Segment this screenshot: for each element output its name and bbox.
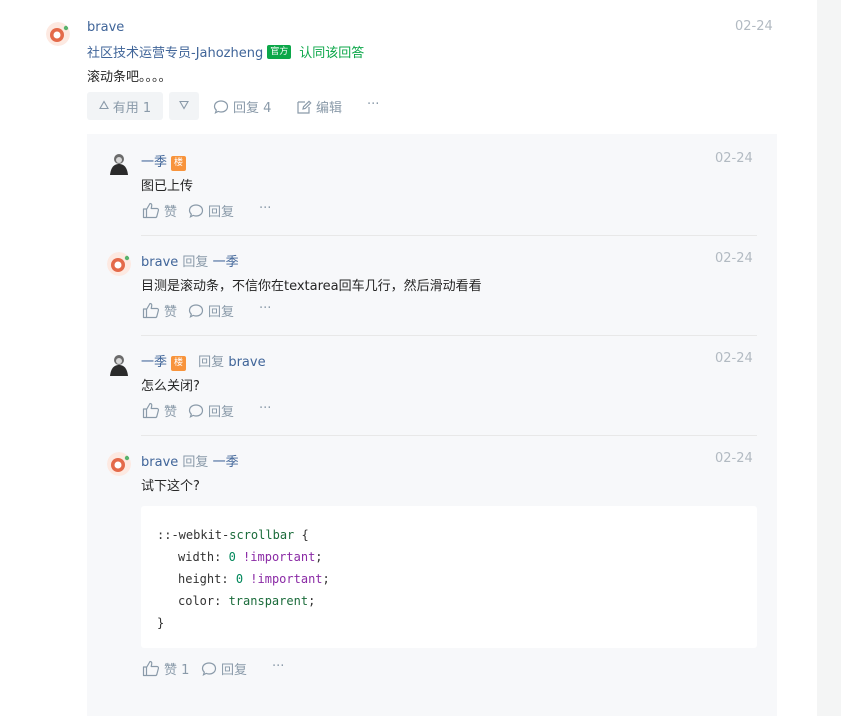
reply-3-like-label: 赞 <box>164 405 178 420</box>
right-gutter <box>817 0 841 716</box>
reply-4-reply-to[interactable]: 一季 <box>213 455 239 470</box>
code-line: } <box>157 612 741 634</box>
edit-label: 编辑 <box>316 101 343 116</box>
thumbs-up-icon <box>142 202 160 219</box>
avatar-brave[interactable] <box>107 452 131 476</box>
reply-4-author[interactable]: brave <box>141 455 178 470</box>
reply-1-like-label: 赞 <box>164 205 178 220</box>
reply-4-author-line: brave 回复 一季 <box>141 451 239 470</box>
author-title-text: 社区技术运营专员-Jahozheng <box>87 46 264 61</box>
reply-1-like-button[interactable]: 赞 <box>142 201 177 220</box>
reply-4-reply-button[interactable]: 回复 <box>201 659 247 678</box>
accept-answer-text: 认同该回答 <box>299 46 365 61</box>
avatar-brave[interactable] <box>46 22 70 46</box>
code-selector-prefix: ::-webkit- <box>157 528 230 542</box>
answer-content: 滚动条吧。。。。 <box>87 70 172 85</box>
official-badge: 官方 <box>267 44 292 59</box>
reply-1-reply-label: 回复 <box>208 205 235 220</box>
reply-divider <box>141 435 757 436</box>
reply-4-date: 02-24 <box>715 451 753 466</box>
code-height-prop: height <box>178 572 222 586</box>
reply-2-author-line: brave 回复 一季 <box>141 251 239 270</box>
floor-badge: 楼 <box>171 356 187 371</box>
reply-2-like-label: 赞 <box>164 305 178 320</box>
answer-reply-label: 回复 4 <box>233 101 272 116</box>
reply-3-like-button[interactable]: 赞 <box>142 401 177 420</box>
reply-2-reply-word: 回复 <box>182 255 209 270</box>
reply-2-date: 02-24 <box>715 251 753 266</box>
reply-divider <box>141 235 757 236</box>
edit-button[interactable]: 编辑 <box>296 97 342 116</box>
reply-2-like-button[interactable]: 赞 <box>142 301 177 320</box>
reply-3-reply-to[interactable]: brave <box>228 355 265 370</box>
downvote-button[interactable] <box>169 92 199 120</box>
triangle-up-icon <box>98 99 109 114</box>
reply-divider <box>141 335 757 336</box>
code-block: ::-webkit-scrollbar { width: 0 !importan… <box>141 506 757 648</box>
reply-3-reply-label: 回复 <box>208 405 235 420</box>
code-width-prop: width <box>178 550 215 564</box>
thumbs-up-icon <box>142 302 160 319</box>
triangle-down-icon <box>179 99 189 114</box>
avatar-yiji[interactable] <box>107 352 131 376</box>
comment-bubble-icon <box>188 203 204 219</box>
code-height-num: 0 <box>235 572 244 586</box>
reply-2-more-button[interactable]: ··· <box>259 301 271 316</box>
reply-2-content: 目测是滚动条，不信你在textarea回车几行，然后滑动看看 <box>141 279 482 294</box>
comment-bubble-icon <box>213 99 229 115</box>
reply-4-like-label: 赞 1 <box>164 663 190 678</box>
code-width-imp: !important <box>243 550 316 564</box>
reply-3-author-line: 一季楼 回复 brave <box>141 351 266 371</box>
reply-1-more-button[interactable]: ··· <box>259 201 271 216</box>
comment-bubble-icon <box>188 303 204 319</box>
reply-3-content: 怎么关闭? <box>141 379 200 394</box>
useful-button[interactable]: 有用 1 <box>87 92 163 120</box>
edit-pencil-icon <box>296 99 312 115</box>
code-color-prop: color <box>178 594 215 608</box>
reply-3-more-button[interactable]: ··· <box>259 401 271 416</box>
answer-date: 02-24 <box>735 19 773 34</box>
reply-3-reply-button[interactable]: 回复 <box>188 401 234 420</box>
reply-3-author[interactable]: 一季 <box>141 355 167 370</box>
reply-3-date: 02-24 <box>715 351 753 366</box>
reply-4-more-button[interactable]: ··· <box>272 659 284 674</box>
code-width-num: 0 <box>228 550 236 564</box>
comment-bubble-icon <box>188 403 204 419</box>
useful-label: 有用 1 <box>112 100 152 116</box>
reply-1-reply-button[interactable]: 回复 <box>188 201 234 220</box>
avatar-brave[interactable] <box>107 252 131 276</box>
code-selector-name: scrollbar <box>229 528 295 542</box>
reply-2-author[interactable]: brave <box>141 255 178 270</box>
reply-3-reply-word: 回复 <box>198 355 225 370</box>
answer-reply-button[interactable]: 回复 4 <box>213 97 271 116</box>
answer-more-button[interactable]: ··· <box>367 97 379 112</box>
thumbs-up-icon <box>142 660 160 677</box>
reply-2-reply-to[interactable]: 一季 <box>213 255 239 270</box>
code-open-brace: { <box>294 528 309 542</box>
reply-1-author-line: 一季楼 <box>141 151 187 171</box>
reply-4-reply-word: 回复 <box>182 455 209 470</box>
code-close-brace: } <box>157 616 165 630</box>
code-color-val: transparent <box>228 594 309 608</box>
code-line: color: transparent; <box>178 594 316 608</box>
reply-2-reply-label: 回复 <box>208 305 235 320</box>
comment-bubble-icon <box>201 661 217 677</box>
reply-1-date: 02-24 <box>715 151 753 166</box>
thumbs-up-icon <box>142 402 160 419</box>
reply-2-reply-button[interactable]: 回复 <box>188 301 234 320</box>
reply-4-content: 试下这个? <box>141 479 200 494</box>
reply-1-author[interactable]: 一季 <box>141 155 167 170</box>
code-line: height: 0 !important; <box>178 572 330 586</box>
reply-1-content: 图已上传 <box>141 179 194 194</box>
reply-4-like-button[interactable]: 赞 1 <box>142 659 189 678</box>
reply-4-reply-label: 回复 <box>221 663 248 678</box>
code-line: ::-webkit-scrollbar { <box>157 524 741 546</box>
code-line: width: 0 !important; <box>178 550 323 564</box>
code-height-imp: !important <box>250 572 323 586</box>
floor-badge: 楼 <box>171 156 187 171</box>
author-title: 社区技术运营专员-Jahozheng 官方 认同该回答 <box>87 42 364 61</box>
answer-author[interactable]: brave <box>87 20 124 35</box>
avatar-yiji[interactable] <box>107 151 131 175</box>
